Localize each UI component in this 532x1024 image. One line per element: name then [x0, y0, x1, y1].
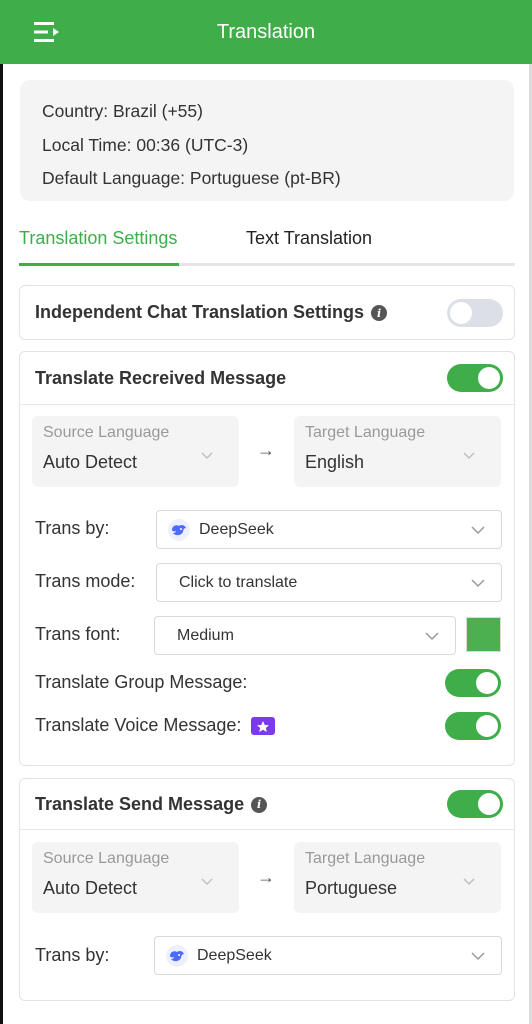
source-language-label: Source Language — [43, 850, 170, 867]
premium-star-icon — [251, 717, 276, 736]
tab-text-translation[interactable]: Text Translation — [246, 228, 372, 266]
chevron-down-icon — [463, 878, 475, 886]
chevron-down-icon — [463, 452, 475, 460]
chevron-down-icon — [201, 878, 213, 886]
local-time-line: Local Time: 00:36 (UTC-3) — [42, 134, 249, 155]
chevron-down-icon — [471, 526, 485, 535]
translate-voice-toggle[interactable] — [445, 712, 501, 740]
page-title: Translation — [216, 20, 316, 43]
received-trans-font-select[interactable]: Medium — [154, 616, 456, 655]
target-language-label: Target Language — [305, 850, 426, 867]
received-trans-by-select[interactable]: DeepSeek — [156, 510, 502, 549]
chevron-down-icon — [471, 579, 485, 588]
trans-by-label: Trans by: — [35, 945, 110, 965]
trans-font-label: Trans font: — [35, 624, 121, 644]
chevron-down-icon — [201, 452, 213, 460]
source-language-label: Source Language — [43, 424, 170, 441]
received-trans-mode-select[interactable]: Click to translate — [156, 563, 502, 602]
received-message-toggle[interactable] — [447, 364, 503, 392]
translate-voice-text: Translate Voice Message: — [35, 715, 242, 735]
font-color-swatch[interactable] — [466, 617, 501, 652]
translate-voice-label: Translate Voice Message: — [35, 715, 276, 736]
send-message-toggle[interactable] — [447, 790, 503, 818]
trans-font-value: Medium — [177, 626, 234, 644]
independent-settings-card: Independent Chat Translation Settings i — [19, 285, 515, 340]
independent-settings-label: Independent Chat Translation Settings — [35, 302, 365, 322]
main-content: Country: Brazil (+55) Local Time: 00:36 … — [3, 64, 529, 1024]
info-icon[interactable]: i — [251, 796, 268, 813]
target-language-label: Target Language — [305, 424, 426, 441]
independent-settings-toggle[interactable] — [447, 298, 503, 327]
send-source-language-select[interactable]: Source Language Auto Detect — [32, 842, 239, 913]
chevron-down-icon — [471, 952, 485, 961]
received-target-language-select[interactable]: Target Language English — [294, 416, 501, 487]
app-header: Translation — [0, 0, 532, 64]
trans-by-value: DeepSeek — [199, 520, 274, 538]
trans-by-value: DeepSeek — [197, 946, 272, 964]
default-language-line: Default Language: Portuguese (pt-BR) — [42, 168, 341, 188]
received-message-title: Translate Recreived Message — [35, 367, 287, 388]
trans-mode-value: Click to translate — [179, 573, 298, 591]
arrow-right-icon: → — [257, 867, 275, 887]
deepseek-logo-icon — [166, 944, 188, 967]
send-target-language-select[interactable]: Target Language Portuguese — [294, 842, 501, 913]
send-trans-by-select[interactable]: DeepSeek — [154, 936, 502, 975]
deepseek-logo-icon — [168, 518, 190, 541]
translate-group-toggle[interactable] — [445, 669, 501, 697]
country-info-card: Country: Brazil (+55) Local Time: 00:36 … — [20, 80, 514, 201]
send-message-title: Translate Send Message — [35, 793, 245, 814]
country-line: Country: Brazil (+55) — [42, 101, 203, 121]
info-icon[interactable]: i — [371, 305, 388, 322]
tab-bar: Translation Settings Text Translation — [19, 226, 515, 266]
menu-indent-icon[interactable] — [34, 20, 62, 44]
arrow-right-icon: → — [257, 440, 275, 460]
send-message-card: Translate Send Message i Source Language … — [19, 778, 515, 1001]
received-source-language-select[interactable]: Source Language Auto Detect — [32, 416, 239, 487]
received-message-card: Translate Recreived Message Source Langu… — [19, 351, 515, 766]
trans-by-label: Trans by: — [35, 518, 110, 538]
chevron-down-icon — [425, 632, 439, 641]
trans-mode-label: Trans mode: — [35, 571, 136, 591]
tab-translation-settings[interactable]: Translation Settings — [19, 228, 180, 266]
translate-group-label: Translate Group Message: — [35, 672, 248, 692]
